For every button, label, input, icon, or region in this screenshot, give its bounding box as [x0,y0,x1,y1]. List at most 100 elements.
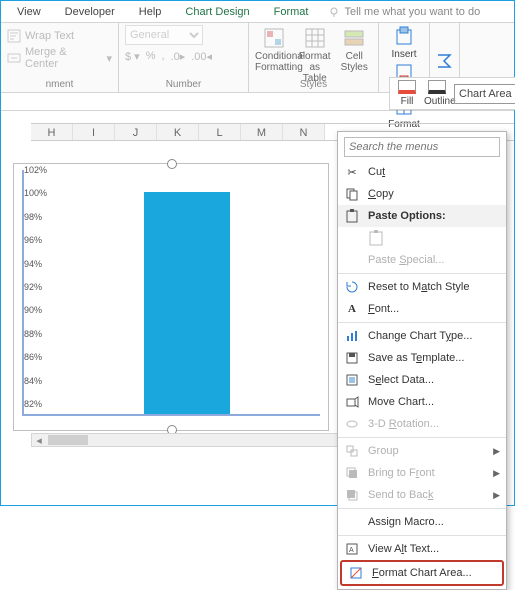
menu-item-label: Format Chart Area... [372,567,472,579]
menu-item-label: Save as Template... [368,352,464,364]
menu-item-label: Reset to Match Style [368,281,470,293]
menu-change-chart-type[interactable]: Change Chart Type... [338,325,506,347]
scroll-left-icon[interactable]: ◂ [32,434,46,447]
menu-save-template[interactable]: Save as Template... [338,347,506,369]
menu-view-alt-text[interactable]: A View Alt Text... [338,538,506,560]
shape-mini-toolbar: Fill Outline Chart Area ▾ [389,77,515,110]
insert-button[interactable]: Insert [385,27,423,60]
clipboard-icon [368,230,384,246]
chart-type-icon [344,330,360,342]
menu-search-input[interactable] [344,137,500,157]
col-header[interactable]: L [199,124,241,140]
menu-move-chart[interactable]: Move Chart... [338,391,506,413]
menu-select-data[interactable]: Select Data... [338,369,506,391]
scroll-thumb[interactable] [48,435,88,445]
move-chart-icon [344,396,360,408]
tab-chart-design[interactable]: Chart Design [175,3,259,21]
decrease-decimal-icon: .00◂ [191,50,212,63]
chart-object[interactable]: 102%100%98%96%94%92%90%88%86%84%82% [13,163,329,431]
context-menu: ✂ Cut Copy Paste Options: Paste Special.… [337,131,507,590]
tab-format[interactable]: Format [264,3,319,21]
col-header[interactable]: M [241,124,283,140]
tab-help[interactable]: Help [129,3,172,21]
menu-group: Group ▶ [338,440,506,462]
fill-swatch-icon [398,80,416,94]
menu-paste-options-header: Paste Options: [338,205,506,227]
menu-item-label: Group [368,445,399,457]
outline-button[interactable]: Outline [424,80,450,107]
menu-item-label: 3-D Rotation... [368,418,439,430]
menu-format-chart-area[interactable]: Format Chart Area... [342,562,502,584]
menu-item-label: Send to Back [368,489,433,501]
tab-developer[interactable]: Developer [55,3,125,21]
menu-send-to-back: Send to Back ▶ [338,484,506,506]
send-back-icon [344,489,360,501]
menu-cut[interactable]: ✂ Cut [338,161,506,183]
menu-item-label: Bring to Front [368,467,435,479]
wrap-text-icon [7,29,21,43]
col-header[interactable]: I [73,124,115,140]
menu-item-label: Paste Special... [368,254,444,266]
copy-icon [344,188,360,200]
menu-assign-macro[interactable]: Assign Macro... [338,511,506,533]
wrap-text-label: Wrap Text [25,30,74,42]
menu-item-label: Assign Macro... [368,516,444,528]
bring-front-icon [344,467,360,479]
col-header[interactable]: N [283,124,325,140]
group-alignment: Wrap Text Merge & Center ▾ nment [1,23,119,92]
select-data-icon [344,374,360,386]
increase-decimal-icon: .0▸ [171,50,186,63]
number-format-select: General [125,25,203,45]
y-axis-ticks: 102%100%98%96%94%92%90%88%86%84%82% [24,170,56,414]
menu-font[interactable]: A Font... [338,298,506,320]
menu-item-label: Paste Options: [368,210,446,222]
menu-paste-option-icon [338,227,506,249]
group-styles: Conditional Formatting Format as Table C… [249,23,379,92]
col-header[interactable]: K [157,124,199,140]
plot-area[interactable]: 102%100%98%96%94%92%90%88%86%84%82% [22,170,320,416]
insert-label: Insert [391,49,416,60]
alt-text-icon: A [344,543,360,555]
table-icon [304,27,326,49]
menu-copy[interactable]: Copy [338,183,506,205]
menu-3d-rotation: 3-D Rotation... [338,413,506,435]
outline-swatch-icon [428,80,446,94]
chart-element-selector[interactable]: Chart Area ▾ [454,84,515,104]
lightbulb-icon [328,6,340,18]
fill-button[interactable]: Fill [394,80,420,107]
menu-item-label: Copy [368,188,394,200]
group-label-number: Number [119,79,248,90]
menu-item-label: Font... [368,303,399,315]
col-header[interactable]: H [31,124,73,140]
chevron-down-icon: ▾ [106,52,112,65]
menu-search[interactable] [344,137,500,157]
col-header[interactable]: J [115,124,157,140]
rotation-icon [344,418,360,430]
menu-item-label: Move Chart... [368,396,434,408]
menu-reset-style[interactable]: Reset to Match Style [338,276,506,298]
font-icon: A [344,303,360,315]
scissors-icon: ✂ [344,166,360,179]
tab-view[interactable]: View [7,3,51,21]
menu-bring-to-front: Bring to Front ▶ [338,462,506,484]
cell-styles-icon [343,27,365,49]
wrap-text-button: Wrap Text [7,25,112,47]
autosum-icon[interactable] [436,53,452,69]
menu-item-label: View Alt Text... [368,543,439,555]
currency-icon: $ ▾ [125,50,140,63]
submenu-arrow-icon: ▶ [493,468,500,479]
group-number: General $ ▾ % , .0▸ .00◂ Number [119,23,249,92]
menu-item-label: Change Chart Type... [368,330,472,342]
format-area-icon [348,567,364,579]
merge-center-button: Merge & Center ▾ [7,47,112,69]
tell-me-search[interactable]: Tell me what you want to do [328,6,480,18]
submenu-arrow-icon: ▶ [493,446,500,457]
save-template-icon [344,352,360,364]
clipboard-icon [344,209,360,223]
group-icon [344,445,360,457]
cell-styles-label: Cell Styles [341,51,368,73]
outline-label: Outline [424,96,456,107]
comma-icon: , [161,50,164,62]
conditional-formatting-icon [263,27,285,49]
data-bar[interactable] [144,192,230,414]
